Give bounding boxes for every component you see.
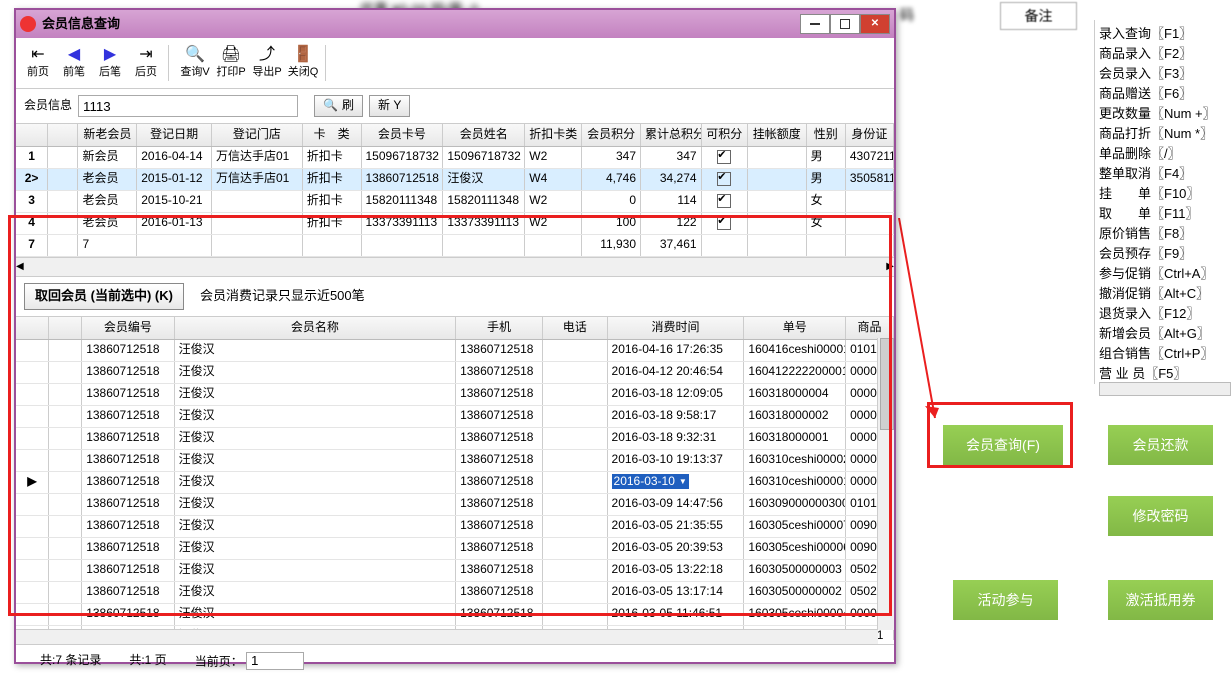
join-campaign-button[interactable]: 活动参与 <box>953 580 1058 620</box>
pager: 共:7 条记录 共:1 页 当前页： <box>16 644 894 677</box>
col-header[interactable]: 挂帐额度 <box>748 124 807 146</box>
remark-header: 备注 <box>1000 2 1077 30</box>
shortcut-item[interactable]: 整单取消〖F4〗 <box>1095 164 1231 184</box>
shortcut-item[interactable]: 更改数量〖Num +〗 <box>1095 104 1231 124</box>
col-header[interactable]: 性别 <box>807 124 846 146</box>
shortcut-item[interactable]: 商品录入〖F2〗 <box>1095 44 1231 64</box>
shortcut-scrollbar[interactable] <box>1099 382 1231 396</box>
col-header[interactable]: 会员姓名 <box>443 124 525 146</box>
new-button[interactable]: 新 Y <box>369 95 410 117</box>
prev-rec-button[interactable]: ◀前笔 <box>56 45 92 81</box>
col-header[interactable]: 身份证 <box>846 124 894 146</box>
shortcut-item[interactable]: 挂 单〖F10〗 <box>1095 184 1231 204</box>
next-rec-button[interactable]: ▶后笔 <box>92 45 128 81</box>
refresh-button[interactable]: 🔍刷 <box>314 95 363 117</box>
shortcut-item[interactable]: 会员预存〖F9〗 <box>1095 244 1231 264</box>
arrow-annotation <box>895 218 945 428</box>
col-header[interactable] <box>16 124 48 146</box>
shortcut-item[interactable]: 商品赠送〖F6〗 <box>1095 84 1231 104</box>
close-tool-button[interactable]: 🚪关闭Q <box>285 45 321 81</box>
search-input[interactable] <box>78 95 298 117</box>
first-page-button[interactable]: ⇤前页 <box>20 45 56 81</box>
highlight-box-button <box>927 402 1073 468</box>
toolbar: ⇤前页 ◀前笔 ▶后笔 ⇥后页 🔍查询V 🖨打印P ⤴导出P 🚪关闭Q <box>16 38 894 89</box>
bg-code-label: 码 <box>900 2 914 28</box>
cur-page-input[interactable] <box>246 652 304 670</box>
col-header[interactable]: 可积分 <box>702 124 748 146</box>
table-row[interactable]: 1新会员2016-04-14万信达手店01折扣卡1509671873215096… <box>16 147 894 169</box>
table-row[interactable]: 2>老会员2015-01-12万信达手店01折扣卡13860712518汪俊汉W… <box>16 169 894 191</box>
total-records: 共:7 条记录 <box>40 653 101 669</box>
shortcut-item[interactable]: 商品打折〖Num *〗 <box>1095 124 1231 144</box>
col-header[interactable]: 新老会员 <box>78 124 137 146</box>
col-header[interactable] <box>48 124 78 146</box>
shortcut-item[interactable]: 参与促销〖Ctrl+A〗 <box>1095 264 1231 284</box>
maximize-button[interactable] <box>830 14 860 34</box>
app-icon <box>20 16 36 32</box>
shortcut-item[interactable]: 退货录入〖F12〗 <box>1095 304 1231 324</box>
shortcut-item[interactable]: 单品删除〖/〗 <box>1095 144 1231 164</box>
change-password-button[interactable]: 修改密码 <box>1108 496 1213 536</box>
shortcut-list: 录入查询〖F1〗商品录入〖F2〗会员录入〖F3〗商品赠送〖F6〗更改数量〖Num… <box>1094 20 1231 384</box>
export-button[interactable]: ⤴导出P <box>249 45 285 81</box>
total-pages: 共:1 页 <box>129 653 166 669</box>
col-header[interactable]: 登记门店 <box>212 124 303 146</box>
query-button[interactable]: 🔍查询V <box>177 45 213 81</box>
shortcut-item[interactable]: 原价销售〖F8〗 <box>1095 224 1231 244</box>
cur-page-label: 当前页： <box>195 654 243 668</box>
search-label: 会员信息 <box>24 98 72 114</box>
col-header[interactable]: 会员积分 <box>582 124 641 146</box>
h-scrollbar[interactable] <box>16 629 878 644</box>
titlebar[interactable]: 会员信息查询 ✕ <box>16 10 894 38</box>
col-header[interactable]: 累计总积分 <box>641 124 702 146</box>
refresh-icon: 🔍 <box>323 98 338 114</box>
minimize-button[interactable] <box>800 14 830 34</box>
table-row[interactable]: 3老会员2015-10-21折扣卡1582011134815820111348W… <box>16 191 894 213</box>
shortcut-item[interactable]: 会员录入〖F3〗 <box>1095 64 1231 84</box>
highlight-box-grid <box>8 215 892 616</box>
col-header[interactable]: 折扣卡类 <box>525 124 582 146</box>
shortcut-item[interactable]: 取 单〖F11〗 <box>1095 204 1231 224</box>
search-row: 会员信息 🔍刷 新 Y <box>16 89 894 123</box>
shortcut-item[interactable]: 组合销售〖Ctrl+P〗 <box>1095 344 1231 364</box>
close-button[interactable]: ✕ <box>860 14 890 34</box>
shortcut-item[interactable]: 录入查询〖F1〗 <box>1095 24 1231 44</box>
shortcut-item[interactable]: 撤消促销〖Alt+C〗 <box>1095 284 1231 304</box>
dialog-title: 会员信息查询 <box>42 16 120 33</box>
activate-voucher-button[interactable]: 激活抵用券 <box>1108 580 1213 620</box>
col-header[interactable]: 会员卡号 <box>362 124 444 146</box>
col-header[interactable]: 卡 类 <box>303 124 362 146</box>
col-header[interactable]: 登记日期 <box>137 124 212 146</box>
shortcut-item[interactable]: 营 业 员〖F5〗 <box>1095 364 1231 384</box>
print-button[interactable]: 🖨打印P <box>213 45 249 81</box>
last-page-button[interactable]: ⇥后页 <box>128 45 164 81</box>
shortcut-item[interactable]: 新增会员〖Alt+G〗 <box>1095 324 1231 344</box>
member-refund-button[interactable]: 会员还款 <box>1108 425 1213 465</box>
